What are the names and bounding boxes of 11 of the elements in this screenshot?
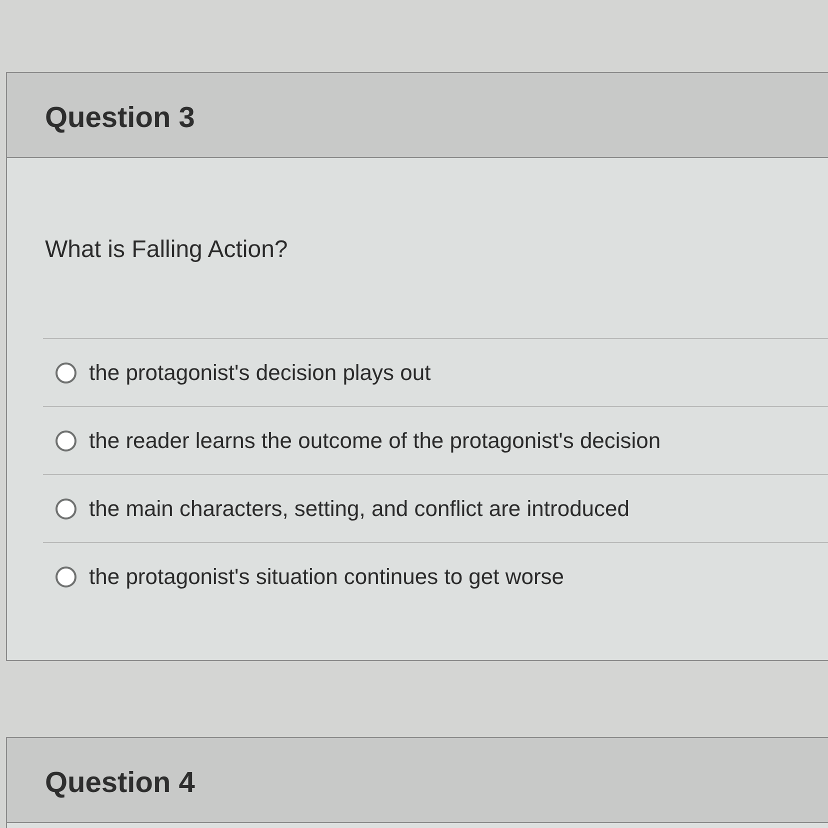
- answer-text[interactable]: the main characters, setting, and conflict are introduced: [89, 496, 630, 522]
- answer-text[interactable]: the protagonist's situation continues to get worse: [89, 564, 564, 590]
- answer-text[interactable]: the reader learns the outcome of the protagonist's decision: [89, 428, 661, 454]
- radio-button[interactable]: [55, 566, 77, 588]
- radio-button[interactable]: [55, 498, 77, 520]
- question-text: What is Falling Action?: [45, 236, 289, 264]
- question-title: Question 4: [45, 766, 195, 800]
- radio-button[interactable]: [55, 430, 77, 452]
- question-title: Question 3: [45, 100, 195, 134]
- radio-button[interactable]: [55, 362, 77, 384]
- answer-text[interactable]: the protagonist's decision plays out: [89, 360, 431, 386]
